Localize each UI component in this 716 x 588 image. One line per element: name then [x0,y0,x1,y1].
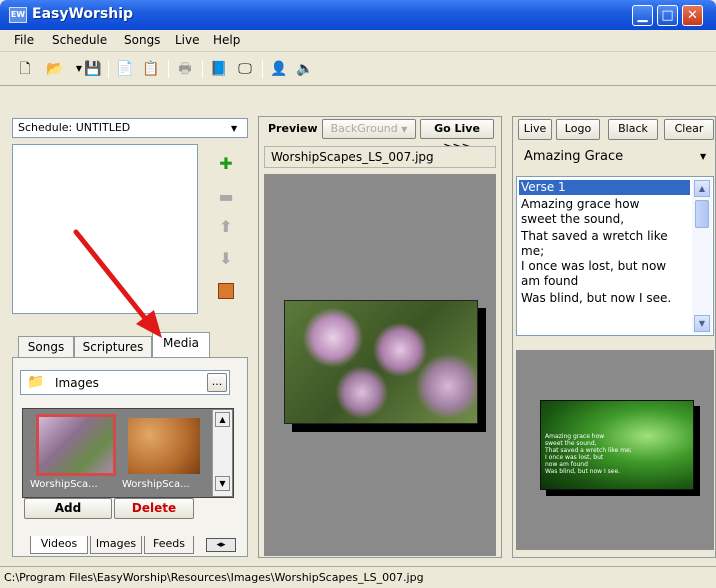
menu-file[interactable]: File [14,33,34,47]
tab-scroll-icon[interactable]: ◂▸ [206,538,236,552]
background-dropdown[interactable]: BackGround ▼ [322,119,416,139]
copy-icon[interactable]: 📄 [114,59,136,79]
lyric-line: That saved a wretch like [521,229,668,243]
speaker-icon[interactable]: 🔈 [294,59,316,79]
lyric-line: sweet the sound, [521,212,625,226]
save-icon[interactable]: 💾 [82,59,104,79]
delete-button[interactable]: Delete [114,498,194,519]
preview-image [284,300,478,424]
lyric-line: am found [521,274,579,288]
move-up-icon[interactable]: ⬆ [217,218,235,236]
tab-images[interactable]: Images [90,536,142,554]
remove-icon[interactable]: ▬ [217,188,235,206]
scroll-down-icon[interactable]: ▼ [215,476,230,491]
lyric-line: I once was lost, but now [521,259,667,273]
live-output-text: Amazing grace how sweet the sound, That … [545,433,632,475]
output-line: That saved a wretch like me; [545,447,632,454]
menu-schedule[interactable]: Schedule [52,33,107,47]
live-button[interactable]: Live [518,119,552,140]
paste-icon[interactable]: 📋 [140,59,162,79]
toolbar-separator [202,60,203,78]
schedule-dropdown[interactable]: Schedule: UNTITLED ▼ [12,118,248,138]
thumbnail-scrollbar[interactable]: ▲ ▼ [212,410,232,496]
go-live-button[interactable]: Go Live >>> [420,119,494,153]
tab-videos[interactable]: Videos [30,536,88,554]
output-line: Was blind, but now I see. [545,468,621,475]
slides-icon[interactable] [218,283,234,299]
person-icon[interactable]: 👤 [268,59,290,79]
scroll-down-icon[interactable]: ▼ [694,315,710,332]
lyrics-scrollbar[interactable]: ▲ ▼ [692,178,712,334]
output-line: now am found [545,461,588,468]
menu-songs[interactable]: Songs [124,33,160,47]
thumbnail-caption: WorshipSca... [122,479,190,490]
status-path: C:\Program Files\EasyWorship\Resources\I… [4,571,424,584]
menu-bar: File Schedule Songs Live Help [0,30,716,52]
app-icon: EW [9,7,27,23]
schedule-label: Schedule: UNTITLED [18,121,131,134]
move-down-icon[interactable]: ⬇ [217,250,235,268]
book-icon[interactable]: 📘 [208,59,230,79]
toolbar: 🗋 📂 ▼ 💾 📄 📋 🖶 📘 🖵 👤 🔈 [0,52,716,86]
tab-songs[interactable]: Songs [18,336,74,358]
lyric-line: Was blind, but now I see. [521,291,672,305]
add-button[interactable]: Add [24,498,112,519]
toolbar-separator [108,60,109,78]
song-dropdown[interactable]: Amazing Grace ▼ [516,146,714,168]
scroll-up-icon[interactable]: ▲ [694,180,710,197]
chevron-down-icon: ▼ [700,152,707,161]
folder-icon: 📁 [27,374,45,390]
live-output-image: Amazing grace how sweet the sound, That … [540,400,694,490]
output-line: sweet the sound, [545,440,597,447]
verse-label[interactable]: Verse 1 [521,180,566,195]
logo-button[interactable]: Logo [556,119,600,140]
open-icon[interactable]: 📂 [44,59,66,79]
window-title: EasyWorship [32,6,134,22]
preview-label: Preview [268,122,318,135]
clear-button[interactable]: Clear [664,119,714,140]
annotation-arrow [73,229,162,338]
menu-live[interactable]: Live [175,33,200,47]
tab-feeds[interactable]: Feeds [144,536,194,554]
preview-filename-bar: WorshipScapes_LS_007.jpg [264,146,496,168]
black-button[interactable]: Black [608,119,658,140]
chevron-down-icon: ▼ [401,125,408,134]
print-icon[interactable]: 🖶 [174,59,196,79]
toolbar-separator [262,60,263,78]
add-icon[interactable]: ✚ [217,155,235,173]
scroll-thumb[interactable] [695,200,709,228]
browse-button[interactable]: ... [207,373,227,392]
folder-dropdown[interactable]: 📁 Images ... [20,370,230,395]
preview-filename: WorshipScapes_LS_007.jpg [271,150,434,164]
scroll-up-icon[interactable]: ▲ [215,412,230,427]
monitor-icon[interactable]: 🖵 [234,59,256,79]
media-thumbnail[interactable] [128,418,200,474]
lyric-line: me; [521,244,545,258]
background-label: BackGround [330,122,398,135]
chevron-down-icon: ▼ [231,124,238,133]
output-line: I once was lost, but [545,454,604,461]
media-thumbnail[interactable] [36,414,116,476]
maximize-button[interactable]: □ [657,5,678,26]
minimize-button[interactable]: ▁ [632,5,653,26]
toolbar-separator [168,60,169,78]
menu-help[interactable]: Help [213,33,240,47]
status-bar: C:\Program Files\EasyWorship\Resources\I… [0,566,716,588]
lyric-line: Amazing grace how [521,197,640,211]
new-icon[interactable]: 🗋 [14,59,36,79]
folder-name: Images [55,376,99,390]
song-title: Amazing Grace [524,149,624,164]
thumbnail-caption: WorshipSca... [30,479,98,490]
output-line: Amazing grace how [545,433,605,440]
close-button[interactable]: ✕ [682,5,703,26]
